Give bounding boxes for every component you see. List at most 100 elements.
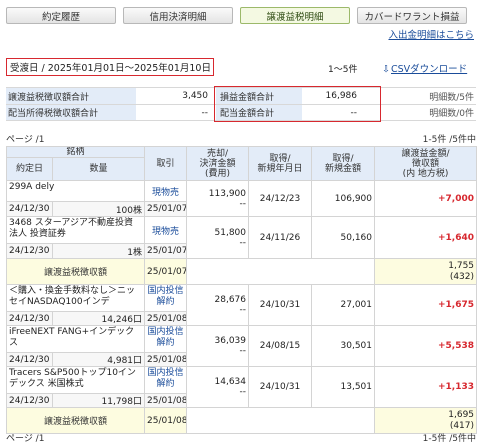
header-fee-label: (費用): [205, 168, 231, 179]
trade-type: 現物売: [144, 216, 188, 244]
sell-value: 28,676: [214, 295, 247, 305]
date-filter[interactable]: 受渡日 / 2025年01月01日～2025年01月10日: [6, 58, 214, 76]
tax-amount-value: 1,755: [448, 260, 475, 271]
security-name: iFreeNEXT FANG+インデックス: [5, 325, 146, 353]
header-pl-label: 譲渡益金額/ 徴収額: [401, 148, 450, 169]
tab-covered-warrant[interactable]: カバードワラント損益: [357, 7, 467, 24]
tax-row: 譲渡益税徴収額 25/01/08 1,695 (417): [5, 407, 478, 434]
acq-amount: 106,900: [311, 180, 376, 217]
trade-date: 24/12/30: [6, 201, 53, 217]
sell-amount: 51,800 --: [186, 216, 250, 259]
nyushukkin-link[interactable]: 入出金明細はこちら: [388, 27, 474, 41]
tax-amount: 1,695 (417): [374, 407, 478, 434]
tax-label: 譲渡益税徴収額: [5, 258, 146, 285]
trade-date: 24/12/30: [6, 393, 53, 408]
quantity: 4,981口: [51, 352, 146, 367]
acq-date: 24/08/15: [248, 325, 313, 367]
table-row: 3468 スターアジア不動産投資法人 投資証券 現物売 51,800 -- 24/…: [5, 216, 478, 259]
summary-note: 明細数/0件: [384, 104, 476, 121]
download-icon: ⇩: [382, 64, 390, 75]
acq-amount: 27,001: [311, 284, 376, 326]
settle-date: 25/01/08: [144, 352, 188, 367]
header-local-tax-label: (内 地方税): [402, 168, 449, 179]
summary-label: 譲渡益税徴収額合計: [6, 87, 136, 104]
highlight-box: [214, 86, 381, 122]
security-name: ＜購入・換金手数料なし＞ニッセイNASDAQ100インデ: [5, 284, 146, 312]
acq-amount: 30,501: [311, 325, 376, 367]
trade-date: 24/12/30: [6, 352, 53, 367]
trade-type: 国内投信解約: [144, 325, 188, 353]
quantity: 1株: [51, 243, 146, 259]
tax-local-value: (417): [449, 420, 475, 431]
settle-date: 25/01/08: [144, 311, 188, 326]
sell-value: 14,634: [214, 377, 247, 387]
page-indicator: ページ /1: [6, 135, 45, 145]
header-sell: 売却/ 決済金額 (費用): [186, 146, 250, 181]
summary-value: --: [136, 104, 216, 121]
tax-amount: 1,755 (432): [374, 258, 478, 285]
page-count: 1-5件 /5件中: [422, 135, 476, 145]
footer-page-count: 1-5件 /5件中: [422, 434, 476, 443]
sell-amount: 113,900 --: [186, 180, 250, 217]
tax-row: 譲渡益税徴収額 25/01/07 1,755 (432): [5, 258, 478, 285]
sell-amount: 14,634 --: [186, 366, 250, 408]
table-row: iFreeNEXT FANG+インデックス 国内投信解約 36,039 -- 24…: [5, 325, 478, 367]
header-yakujobi: 約定日: [6, 157, 53, 181]
sell-value: 113,900: [208, 188, 247, 199]
fee-value: --: [239, 198, 247, 209]
profit-loss: +5,538: [374, 325, 478, 367]
acq-date: 24/12/23: [248, 180, 313, 217]
profit-loss: +1,675: [374, 284, 478, 326]
tax-local-value: (432): [449, 271, 475, 282]
header-suryo: 数量: [51, 157, 146, 181]
tab-joto-eki[interactable]: 譲渡益税明細: [240, 7, 350, 24]
fee-value: --: [239, 237, 247, 248]
acq-date: 24/10/31: [248, 366, 313, 408]
sell-amount: 28,676 --: [186, 284, 250, 326]
tax-date: 25/01/07: [144, 258, 188, 285]
tax-date: 25/01/08: [144, 407, 188, 434]
acq-amount: 13,501: [311, 366, 376, 408]
trade-date: 24/12/30: [6, 243, 53, 259]
header-torihiki: 取引: [144, 146, 188, 181]
csv-download-link[interactable]: ⇩CSVダウンロード: [382, 61, 467, 75]
transaction-table: 銘柄 取引 売却/ 決済金額 (費用) 取得/ 新規年月日 取得/ 新規金額 譲渡…: [5, 146, 478, 434]
quantity: 14,246口: [51, 311, 146, 326]
quantity: 11,798口: [51, 393, 146, 408]
security-name: Tracers S&P500トップ10インデックス 米国株式: [5, 366, 146, 394]
csv-download-label: CSVダウンロード: [391, 64, 468, 75]
settle-date: 25/01/07: [144, 243, 188, 259]
header-meigara: 銘柄: [5, 146, 146, 158]
trade-type: 国内投信解約: [144, 366, 188, 394]
tab-yakujo-rireki[interactable]: 約定履歴: [6, 7, 116, 24]
summary-value: 3,450: [136, 87, 216, 104]
table-row: ＜購入・換金手数料なし＞ニッセイNASDAQ100インデ 国内投信解約 28,6…: [5, 284, 478, 326]
tax-blank: [186, 407, 376, 434]
tab-bar: 約定履歴 信用決済明細 譲渡益税明細 カバードワラント損益: [6, 7, 476, 24]
sell-value: 36,039: [214, 336, 247, 346]
trade-type: 現物売: [144, 180, 188, 202]
header-sell-label: 売却/ 決済金額: [199, 148, 236, 169]
tab-shinyo-kessai[interactable]: 信用決済明細: [123, 7, 233, 24]
summary-label: 配当所得税徴収額合計: [6, 104, 136, 121]
fee-value: --: [239, 346, 247, 356]
summary-note: 明細数/5件: [384, 87, 476, 104]
settle-date: 25/01/08: [144, 393, 188, 408]
settle-date: 25/01/07: [144, 201, 188, 217]
table-row: 299A dely 現物売 113,900 -- 24/12/23 106,900…: [5, 180, 478, 217]
header-pl: 譲渡益金額/ 徴収額 (内 地方税): [374, 146, 478, 181]
header-acq-amount: 取得/ 新規金額: [311, 146, 376, 181]
fee-value: --: [239, 387, 247, 397]
tax-label: 譲渡益税徴収額: [5, 407, 146, 434]
trade-type: 国内投信解約: [144, 284, 188, 312]
footer-page-indicator: ページ /1: [6, 434, 45, 443]
header-acq-date: 取得/ 新規年月日: [248, 146, 313, 181]
tax-blank: [186, 258, 376, 285]
tax-amount-value: 1,695: [448, 409, 475, 420]
fee-value: --: [239, 305, 247, 315]
trade-date: 24/12/30: [6, 311, 53, 326]
quantity: 100株: [51, 201, 146, 217]
result-count: 1～5件: [328, 65, 358, 75]
acq-date: 24/11/26: [248, 216, 313, 259]
acq-amount: 50,160: [311, 216, 376, 259]
